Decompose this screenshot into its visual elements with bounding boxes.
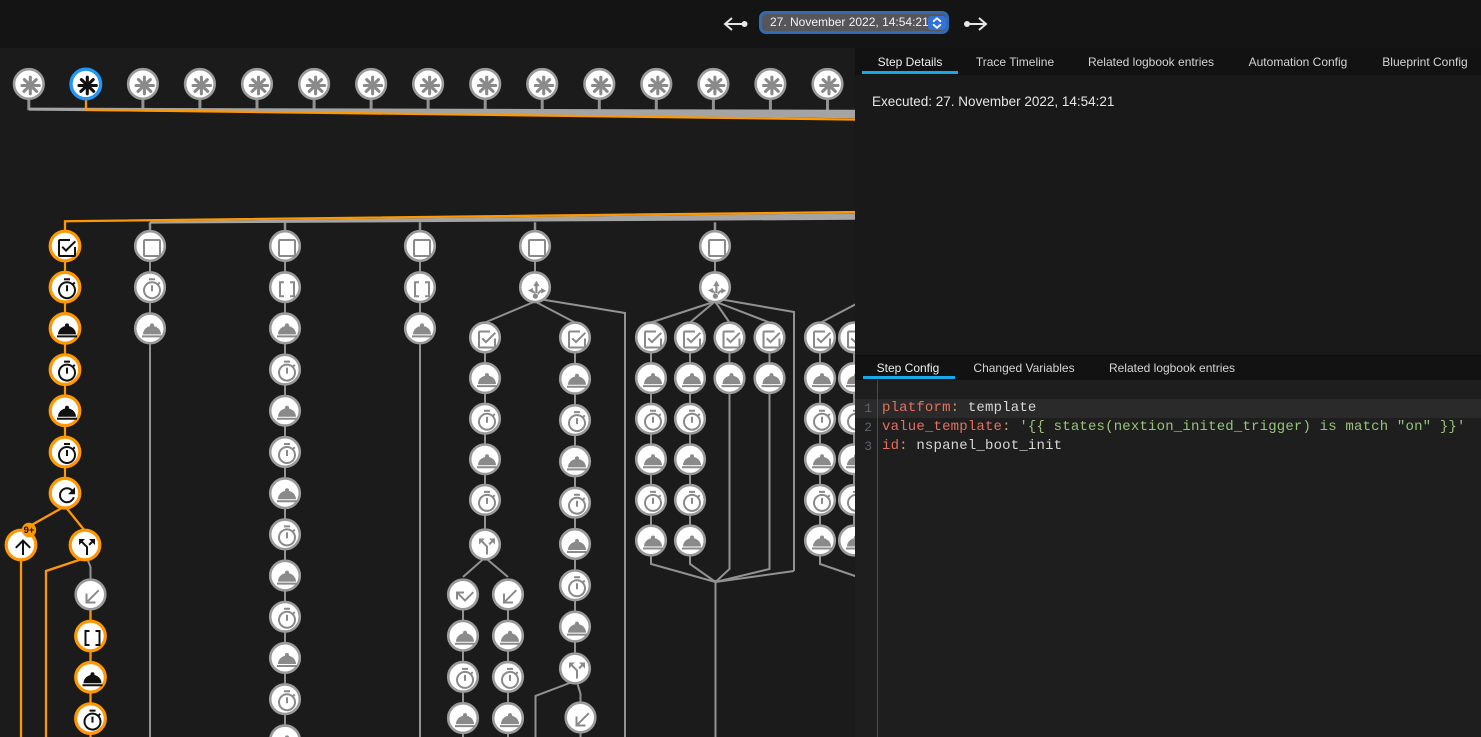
svg-text:9+: 9+ [24, 525, 35, 536]
